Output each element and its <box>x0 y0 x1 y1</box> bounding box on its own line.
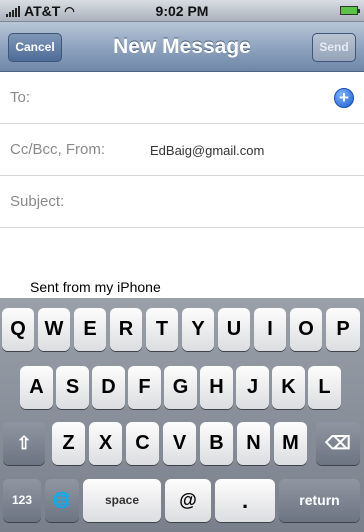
key-u[interactable]: U <box>218 308 250 351</box>
key-r[interactable]: R <box>110 308 142 351</box>
key-y[interactable]: Y <box>182 308 214 351</box>
return-key[interactable]: return <box>279 479 360 522</box>
key-i[interactable]: I <box>254 308 286 351</box>
key-d[interactable]: D <box>92 366 125 409</box>
key-c[interactable]: C <box>126 422 159 465</box>
dot-key[interactable]: . <box>215 479 275 522</box>
delete-key[interactable]: ⌫ <box>316 422 360 465</box>
nav-bar: Cancel New Message Send <box>0 22 364 72</box>
key-n[interactable]: N <box>237 422 270 465</box>
shift-key[interactable]: ⇧ <box>3 422 45 465</box>
key-t[interactable]: T <box>146 308 178 351</box>
space-key[interactable]: space <box>83 479 161 522</box>
key-z[interactable]: Z <box>52 422 85 465</box>
key-p[interactable]: P <box>326 308 360 351</box>
key-l[interactable]: L <box>308 366 341 409</box>
battery-icon <box>340 6 360 15</box>
status-time: 9:02 PM <box>155 3 209 19</box>
subject-field[interactable]: Subject: <box>0 176 364 228</box>
key-v[interactable]: V <box>163 422 196 465</box>
key-o[interactable]: O <box>290 308 322 351</box>
key-w[interactable]: W <box>38 308 70 351</box>
at-key[interactable]: @ <box>165 479 211 522</box>
key-h[interactable]: H <box>200 366 233 409</box>
key-q[interactable]: Q <box>2 308 34 351</box>
key-j[interactable]: J <box>236 366 269 409</box>
key-m[interactable]: M <box>274 422 307 465</box>
to-label: To: <box>10 89 31 106</box>
message-body[interactable]: Sent from my iPhone <box>30 279 161 295</box>
numbers-key[interactable]: 123 <box>3 479 41 522</box>
to-field[interactable]: To: + <box>0 72 364 124</box>
cc-bcc-from-label: Cc/Bcc, From: <box>10 141 106 158</box>
key-g[interactable]: G <box>164 366 197 409</box>
page-title: New Message <box>113 35 251 58</box>
add-contact-button[interactable]: + <box>334 88 354 108</box>
subject-label: Subject: <box>10 193 65 210</box>
from-address: EdBaig@gmail.com <box>150 143 265 158</box>
key-x[interactable]: X <box>89 422 122 465</box>
send-button[interactable]: Send <box>312 33 356 62</box>
key-e[interactable]: E <box>74 308 106 351</box>
key-s[interactable]: S <box>56 366 89 409</box>
key-f[interactable]: F <box>128 366 161 409</box>
key-a[interactable]: A <box>20 366 53 409</box>
key-b[interactable]: B <box>200 422 233 465</box>
status-bar: AT&T ◠ 9:02 PM <box>0 0 364 22</box>
key-k[interactable]: K <box>272 366 305 409</box>
cc-bcc-from-field[interactable]: Cc/Bcc, From: EdBaig@gmail.com <box>0 124 364 176</box>
globe-icon[interactable]: 🌐 <box>45 479 79 522</box>
keyboard: Q W E R T Y U I O P A S D F G H J K L ⇧ … <box>0 298 364 532</box>
